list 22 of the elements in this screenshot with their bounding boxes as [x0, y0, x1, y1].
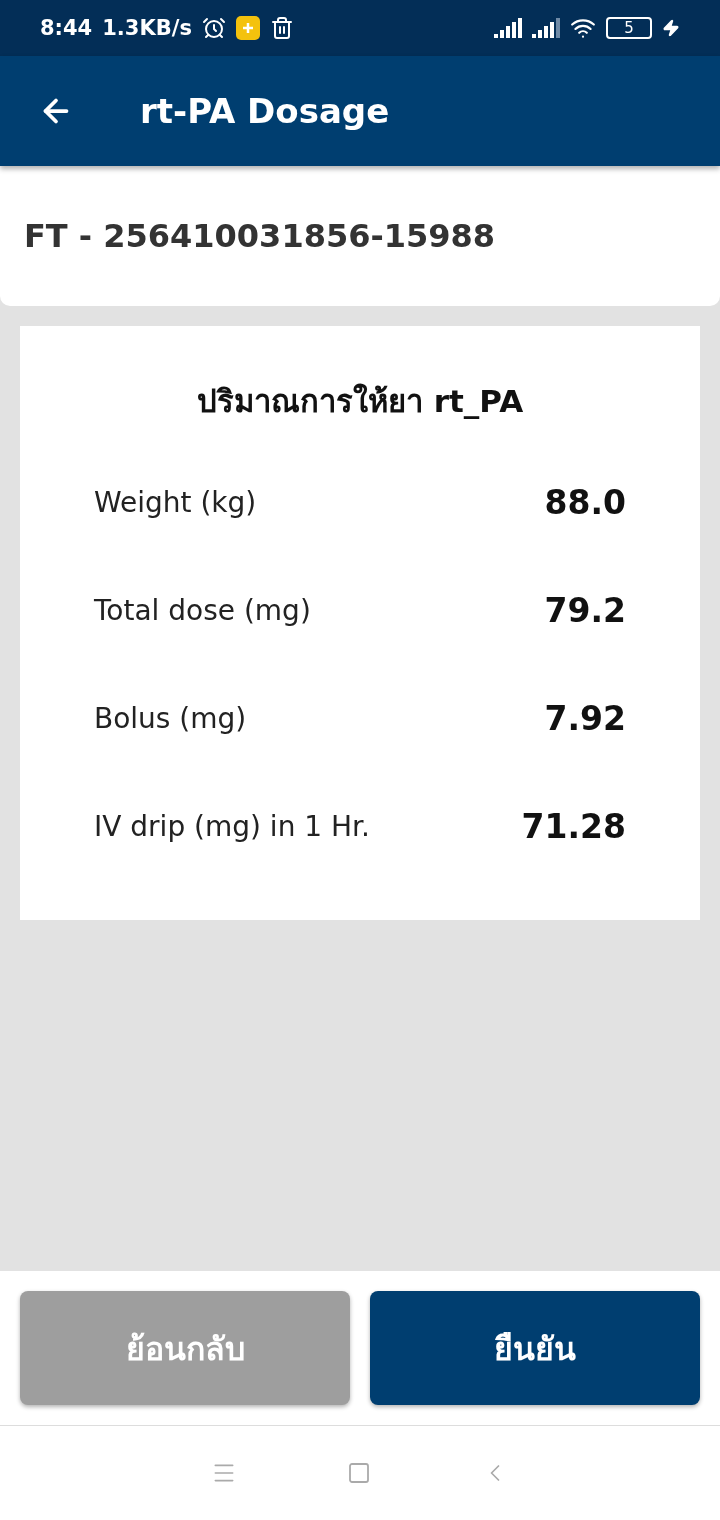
dose-label: Total dose (mg): [94, 593, 311, 627]
dose-value: 88.0: [544, 482, 626, 522]
battery-icon: 5: [606, 17, 652, 39]
dose-value: 7.92: [544, 698, 626, 738]
network-speed: 1.3KB/s: [102, 16, 192, 40]
dose-value: 79.2: [544, 590, 626, 630]
case-number: FT - 256410031856-15988: [24, 217, 496, 255]
alarm-icon: [201, 16, 226, 40]
confirm-button[interactable]: ยืนยัน: [370, 1291, 700, 1405]
card-title: ปริมาณการให้ยา rt_PA: [195, 382, 525, 421]
signal-icon: [532, 18, 560, 38]
home-icon[interactable]: [347, 1461, 371, 1485]
app-notification-icon: [235, 16, 260, 40]
trash-icon: [269, 16, 294, 40]
dose-label: IV drip (mg) in 1 Hr.: [94, 809, 370, 843]
signal-icon: [494, 18, 522, 38]
charging-icon: [662, 19, 680, 37]
status-time: 8:44: [40, 16, 93, 40]
dose-label: Weight (kg): [94, 485, 257, 519]
dose-value: 71.28: [521, 806, 626, 846]
dose-label: Bolus (mg): [94, 701, 247, 735]
screen-title: rt-PA Dosage: [140, 91, 390, 131]
